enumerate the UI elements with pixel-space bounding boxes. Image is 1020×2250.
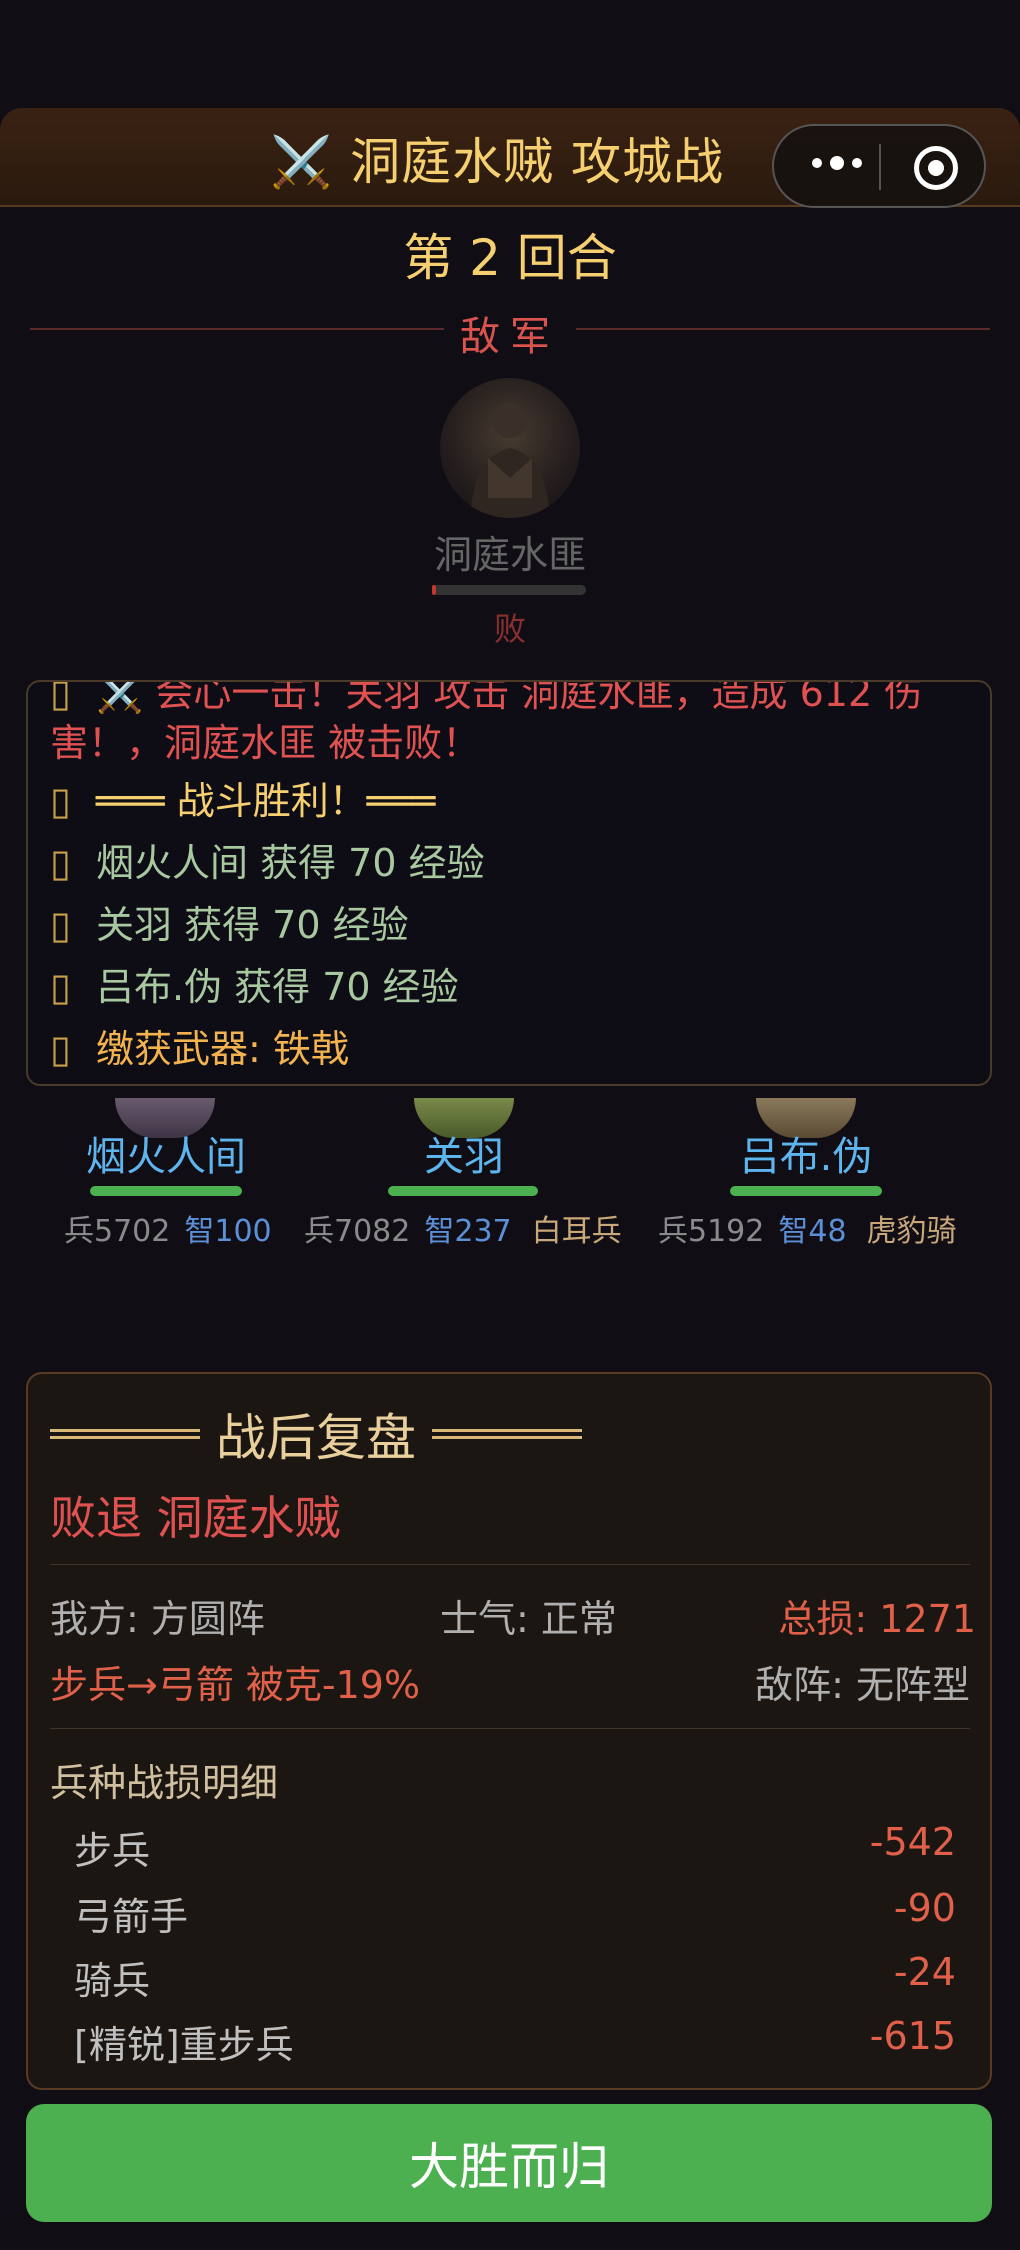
hero-troop-type: 白耳兵 — [531, 1214, 622, 1249]
loss-row: [精锐]重步兵 -615 — [74, 2014, 956, 2069]
more-dot-center — [830, 156, 844, 170]
log-text: ⚔️ 会心一击！关羽 攻击 洞庭水匪，造成 612 伤 — [96, 680, 923, 715]
loss-row: 步兵 -542 — [74, 1820, 956, 1875]
close-dot — [928, 160, 944, 176]
hero-name: 关羽 — [424, 1134, 504, 1180]
log-bullet-icon: ▯ — [50, 1027, 71, 1071]
log-bullet-icon: ▯ — [50, 779, 71, 823]
unit-loss: -542 — [869, 1820, 956, 1864]
hero-stats: 兵5702 智100 — [64, 1206, 272, 1250]
log-text: 缴获武器: 铁戟 — [96, 1027, 349, 1071]
post-battle-review: 战后复盘 败退 洞庭水贼 我方: 方圆阵 士气: 正常 总损: 1271 步兵→… — [26, 1372, 992, 2090]
loss-row: 弓箭手 -90 — [74, 1886, 956, 1941]
morale: 士气: 正常 — [440, 1597, 617, 1641]
hero-intelligence: 智237 — [424, 1214, 512, 1249]
hero-troops: 兵5192 — [658, 1214, 765, 1249]
log-line: ▯ 缴获武器: 铁戟 — [50, 1018, 349, 1073]
log-line: ▯ 烟火人间 获得 70 经验 — [50, 832, 485, 887]
enemy-hp-fill — [432, 585, 436, 595]
our-formation: 我方: 方圆阵 — [50, 1597, 265, 1641]
unit-loss: -615 — [869, 2014, 956, 2058]
finish-battle-button[interactable]: 大胜而归 — [26, 2104, 992, 2222]
enemy-portrait[interactable] — [440, 378, 580, 518]
more-dot-right — [852, 158, 862, 168]
enemy-formation: 敌阵: 无阵型 — [755, 1663, 970, 1707]
hero-hp-bar — [730, 1186, 882, 1196]
log-line: 害！，洞庭水匪 被击败！ — [50, 712, 480, 767]
round-indicator: 第 2 回合 — [403, 229, 617, 287]
hero-intelligence: 智100 — [184, 1214, 272, 1249]
log-line: ▯ 吕布.伪 获得 70 经验 — [50, 956, 459, 1011]
divider — [50, 1728, 970, 1729]
hero-intelligence: 智48 — [778, 1214, 847, 1249]
review-title-text: 战后复盘 — [216, 1409, 416, 1467]
log-line: ▯ ═══ 战斗胜利！═══ — [50, 770, 435, 825]
unit-name: 步兵 — [74, 1829, 151, 1873]
hero-troops: 兵5702 — [64, 1214, 171, 1249]
battle-title: ⚔️ 洞庭水贼 攻城战 — [270, 122, 724, 194]
hero-stats: 兵5192 智48 虎豹骑 — [658, 1206, 957, 1250]
log-bullet-icon: ▯ — [50, 680, 71, 715]
log-bullet-icon: ▯ — [50, 841, 71, 885]
enemy-section-divider: 敌军 — [30, 300, 990, 360]
enemy-status: 败 — [493, 610, 526, 648]
enemy-section-header: 敌军 — [30, 304, 990, 362]
counter-penalty: 步兵→弓箭 被克-19% — [50, 1663, 421, 1707]
log-text: 吕布.伪 获得 70 经验 — [96, 965, 459, 1009]
enemy-hp-bar — [432, 585, 586, 595]
more-menu-button[interactable] — [812, 156, 862, 170]
unit-name: 弓箭手 — [74, 1895, 189, 1939]
battle-log[interactable]: ▯ ⚔️ 会心一击！关羽 攻击 洞庭水匪，造成 612 伤 害！，洞庭水匪 被击败… — [26, 680, 992, 1086]
more-dots-icon — [812, 158, 822, 168]
loss-row: 骑兵 -24 — [74, 1950, 956, 2005]
miniprogram-capsule — [772, 124, 986, 208]
log-line: ▯ 关羽 获得 70 经验 — [50, 894, 409, 949]
unit-loss: -24 — [893, 1950, 956, 1994]
log-text: ═══ 战斗胜利！═══ — [96, 779, 436, 823]
unit-loss: -90 — [893, 1886, 956, 1930]
total-loss: 总损: 1271 — [778, 1597, 976, 1641]
enemy-name: 洞庭水匪 — [433, 533, 586, 577]
hero-name: 吕布.伪 — [739, 1134, 873, 1180]
hero-hp-bar — [388, 1186, 538, 1196]
log-bullet-icon: ▯ — [50, 903, 71, 947]
log-text: 关羽 获得 70 经验 — [96, 903, 409, 947]
log-bullet-icon: ▯ — [50, 965, 71, 1009]
divider — [50, 1564, 970, 1565]
unit-name: [精锐]重步兵 — [74, 2023, 294, 2067]
hero-troops: 兵7082 — [304, 1214, 411, 1249]
title-ornament-left — [50, 1429, 200, 1439]
enemy-warrior-icon — [470, 402, 550, 518]
title-ornament-right — [432, 1429, 582, 1439]
enemy-section-label: 敌军 — [444, 314, 576, 360]
close-miniprogram-icon[interactable] — [914, 146, 958, 190]
page-title: ⚔️ 洞庭水贼 攻城战 — [270, 133, 725, 191]
hero-name: 烟火人间 — [86, 1134, 246, 1180]
unit-name: 骑兵 — [74, 1959, 151, 2003]
log-text: 烟火人间 获得 70 经验 — [96, 841, 485, 885]
log-text: 害！，洞庭水匪 被击败！ — [50, 721, 481, 765]
loss-detail-title: 兵种战损明细 — [50, 1761, 279, 1805]
hero-hp-bar — [90, 1186, 242, 1196]
review-title: 战后复盘 — [50, 1398, 582, 1470]
capsule-divider — [879, 144, 881, 190]
battle-result: 败退 洞庭水贼 — [50, 1491, 341, 1545]
hero-troop-type: 虎豹骑 — [866, 1214, 957, 1249]
hero-stats: 兵7082 智237 白耳兵 — [304, 1206, 622, 1250]
